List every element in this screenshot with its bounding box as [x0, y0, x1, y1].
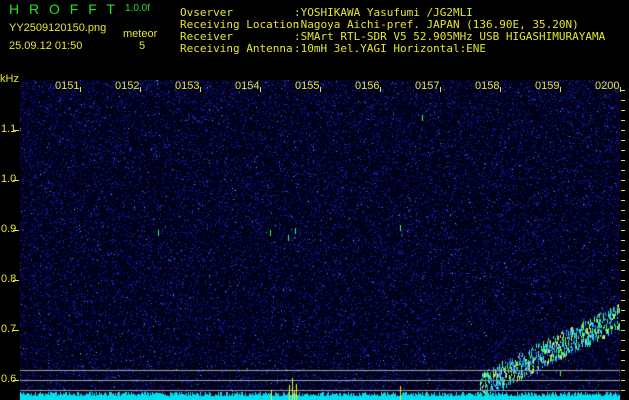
freq-minor-tick	[621, 220, 625, 221]
freq-minor-tick	[621, 200, 625, 201]
spectrogram	[20, 80, 620, 400]
time-label: 0155	[295, 80, 320, 92]
time-label: 0159	[535, 80, 560, 92]
time-label: 0153	[175, 80, 200, 92]
freq-minor-tick	[621, 390, 625, 391]
meteor-count: 5	[139, 40, 146, 52]
freq-minor-tick	[621, 230, 625, 231]
time-tick	[80, 87, 81, 92]
freq-tick	[13, 230, 19, 231]
freq-minor-tick	[621, 290, 625, 291]
datetime: 25.09.12 01:50	[9, 40, 83, 52]
time-label: 0200	[595, 80, 620, 92]
version: 1.0.0f	[125, 3, 151, 14]
info-label: Receiving Antenna	[180, 42, 293, 55]
freq-label: 1.1	[1, 123, 17, 135]
freq-minor-tick	[621, 130, 625, 131]
freq-minor-tick	[621, 240, 625, 241]
freq-minor-tick	[621, 150, 625, 151]
freq-minor-tick	[621, 90, 625, 91]
time-tick	[500, 87, 501, 92]
freq-minor-tick	[621, 190, 625, 191]
freq-minor-tick	[621, 340, 625, 341]
freq-minor-tick	[621, 370, 625, 371]
freq-minor-tick	[621, 320, 625, 321]
unit-label: kHz	[0, 73, 19, 85]
time-tick	[560, 87, 561, 92]
freq-tick	[13, 380, 19, 381]
freq-label: 0.8	[1, 273, 17, 285]
freq-label: 1.0	[1, 173, 17, 185]
time-label: 0158	[475, 80, 500, 92]
freq-tick	[13, 330, 19, 331]
time-tick	[320, 87, 321, 92]
time-tick	[440, 87, 441, 92]
freq-minor-tick	[621, 100, 625, 101]
meteor-label: meteor	[123, 28, 158, 40]
freq-minor-tick	[621, 280, 625, 281]
freq-minor-tick	[621, 170, 625, 171]
time-tick	[140, 87, 141, 92]
freq-minor-tick	[621, 250, 625, 251]
freq-minor-tick	[621, 380, 625, 381]
freq-minor-tick	[621, 110, 625, 111]
time-label: 0157	[415, 80, 440, 92]
freq-label: 0.6	[1, 373, 17, 385]
freq-label: 0.7	[1, 323, 17, 335]
freq-minor-tick	[621, 360, 625, 361]
freq-minor-tick	[621, 140, 625, 141]
freq-minor-tick	[621, 260, 625, 261]
freq-minor-tick	[621, 350, 625, 351]
freq-tick	[13, 280, 19, 281]
info-value: :10mH 3el.YAGI Horizontal:ENE	[294, 42, 487, 55]
freq-minor-tick	[621, 270, 625, 271]
time-label: 0154	[235, 80, 260, 92]
freq-minor-tick	[621, 210, 625, 211]
time-label: 0151	[55, 80, 80, 92]
app-title: H R O F F T	[9, 1, 116, 17]
freq-minor-tick	[621, 120, 625, 121]
freq-label: 0.9	[1, 223, 17, 235]
time-label: 0156	[355, 80, 380, 92]
freq-tick	[13, 130, 19, 131]
time-tick	[380, 87, 381, 92]
freq-minor-tick	[621, 160, 625, 161]
freq-minor-tick	[621, 330, 625, 331]
time-label: 0152	[115, 80, 140, 92]
time-tick	[200, 87, 201, 92]
filename: YY2509120150.png	[9, 22, 107, 34]
freq-minor-tick	[621, 300, 625, 301]
freq-tick	[13, 180, 19, 181]
freq-minor-tick	[621, 310, 625, 311]
freq-minor-tick	[621, 180, 625, 181]
time-tick	[260, 87, 261, 92]
